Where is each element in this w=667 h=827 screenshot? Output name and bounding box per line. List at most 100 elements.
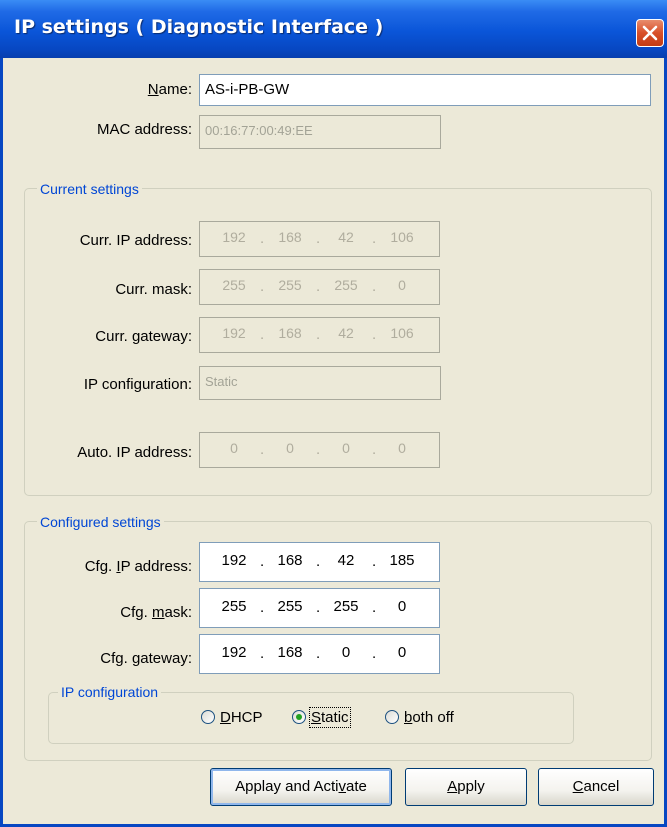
cfg-mask-label-mnemonic: m <box>151 604 165 621</box>
auto-ip-label: Auto. IP address: <box>77 444 192 461</box>
octet: 192 <box>222 229 246 245</box>
window-frame-left <box>0 58 3 827</box>
name-input[interactable]: AS-i-PB-GW <box>199 74 651 106</box>
curr-mask-field: 255 . 255 . 255 . 0 <box>199 269 440 305</box>
octet[interactable]: 192 <box>212 644 256 661</box>
cancel-button[interactable]: Cancel <box>538 768 654 806</box>
octet-dot: . <box>260 553 265 570</box>
octet: 42 <box>338 325 354 341</box>
cfg-mask-label-pre: Cfg. <box>120 604 152 621</box>
octet[interactable]: 185 <box>380 552 424 569</box>
octet: 255 <box>222 277 246 293</box>
octet[interactable]: 168 <box>268 644 312 661</box>
cfg-gateway-input[interactable]: 192 . 168 . 0 . 0 <box>199 634 440 674</box>
octet: 0 <box>398 277 406 293</box>
octet[interactable]: 255 <box>212 598 256 615</box>
octet-dot: . <box>372 645 377 662</box>
octet[interactable]: 0 <box>380 598 424 615</box>
btn-label-post: pply <box>457 778 485 795</box>
cfg-mask-input[interactable]: 255 . 255 . 255 . 0 <box>199 588 440 628</box>
curr-gateway-label: Curr. gateway: <box>95 328 192 345</box>
radio-dhcp-circle-icon[interactable] <box>201 710 215 724</box>
octet-dot: . <box>260 326 265 343</box>
cfg-gateway-label-pre: Cfg. <box>100 650 132 667</box>
cfg-mask-label-post: ask: <box>164 604 192 621</box>
mnemonic: S <box>311 708 322 726</box>
close-button[interactable] <box>636 19 664 47</box>
label-rest: HCP <box>230 708 263 726</box>
octet-dot: . <box>316 230 321 247</box>
octet-dot: . <box>316 326 321 343</box>
octet: 192 <box>222 325 246 341</box>
octet-dot: . <box>316 645 321 662</box>
mac-address-label: MAC address: <box>96 121 192 138</box>
octet: 0 <box>286 440 294 456</box>
mac-address-field: 00:16:77:00:49:EE <box>199 115 441 149</box>
octet: 168 <box>278 325 302 341</box>
octet-dot: . <box>372 599 377 616</box>
octet-dot: . <box>260 441 265 458</box>
radio-both-off-label: both off <box>404 709 454 726</box>
octet[interactable]: 255 <box>268 598 312 615</box>
octet: 106 <box>390 229 414 245</box>
octet: 0 <box>342 440 350 456</box>
apply-button[interactable]: Apply <box>405 768 527 806</box>
octet[interactable]: 0 <box>380 644 424 661</box>
label-rest: tatic <box>321 708 349 726</box>
cfg-ip-label-pre: Cfg. <box>84 558 117 575</box>
curr-ip-field: 192 . 168 . 42 . 106 <box>199 221 440 257</box>
btn-label-mnemonic: A <box>447 778 458 795</box>
octet: 255 <box>334 277 358 293</box>
octet[interactable]: 0 <box>324 644 368 661</box>
radio-dhcp[interactable]: DHCP <box>201 705 263 729</box>
curr-gateway-field: 192 . 168 . 42 . 106 <box>199 317 440 353</box>
octet-dot: . <box>372 278 377 295</box>
btn-label-post: ate <box>346 778 367 795</box>
btn-label-post: ancel <box>583 778 620 795</box>
cfg-mask-label: Cfg. mask: <box>120 604 192 622</box>
cfg-ip-label-post: P address: <box>120 558 192 575</box>
radio-both-off-circle-icon[interactable] <box>385 710 399 724</box>
curr-ip-label: Curr. IP address: <box>79 232 192 249</box>
octet-dot: . <box>316 278 321 295</box>
octet[interactable]: 255 <box>324 598 368 615</box>
current-settings-title: Current settings <box>37 180 142 198</box>
name-label: Name: <box>147 81 192 98</box>
octet-dot: . <box>316 553 321 570</box>
octet-dot: . <box>260 278 265 295</box>
title-bar[interactable]: IP settings ( Diagnostic Interface ) <box>0 0 667 58</box>
octet-dot: . <box>316 441 321 458</box>
octet-dot: . <box>372 230 377 247</box>
octet: 106 <box>390 325 414 341</box>
curr-ip-config-field: Static <box>199 366 441 400</box>
octet-dot: . <box>316 599 321 616</box>
radio-both-off[interactable]: both off <box>385 705 454 729</box>
radio-static-circle-icon[interactable] <box>292 710 306 724</box>
cfg-gateway-label: Cfg. gateway: <box>100 650 192 668</box>
radio-dhcp-label: DHCP <box>220 709 263 726</box>
octet: 168 <box>278 229 302 245</box>
ip-configuration-title: IP configuration <box>58 683 162 701</box>
octet[interactable]: 42 <box>324 552 368 569</box>
apply-and-activate-button[interactable]: Applay and Activate <box>210 768 392 806</box>
cfg-ip-label: Cfg. IP address: <box>85 558 192 576</box>
octet-dot: . <box>372 441 377 458</box>
cfg-ip-input[interactable]: 192 . 168 . 42 . 185 <box>199 542 440 582</box>
octet-dot: . <box>372 553 377 570</box>
octet-dot: . <box>260 599 265 616</box>
curr-mask-label: Curr. mask: <box>115 281 192 298</box>
configured-settings-title: Configured settings <box>37 513 164 531</box>
octet: 42 <box>338 229 354 245</box>
curr-ip-config-label: IP configuration: <box>83 376 192 393</box>
octet: 255 <box>278 277 302 293</box>
btn-label-mnemonic: C <box>572 778 584 795</box>
octet[interactable]: 168 <box>268 552 312 569</box>
btn-label-mnemonic: v <box>338 778 347 795</box>
octet: 0 <box>398 440 406 456</box>
octet-dot: . <box>372 326 377 343</box>
octet-dot: . <box>260 230 265 247</box>
radio-static[interactable]: Static <box>292 705 351 729</box>
mnemonic: D <box>220 708 231 726</box>
close-x-icon <box>642 25 658 41</box>
octet[interactable]: 192 <box>212 552 256 569</box>
